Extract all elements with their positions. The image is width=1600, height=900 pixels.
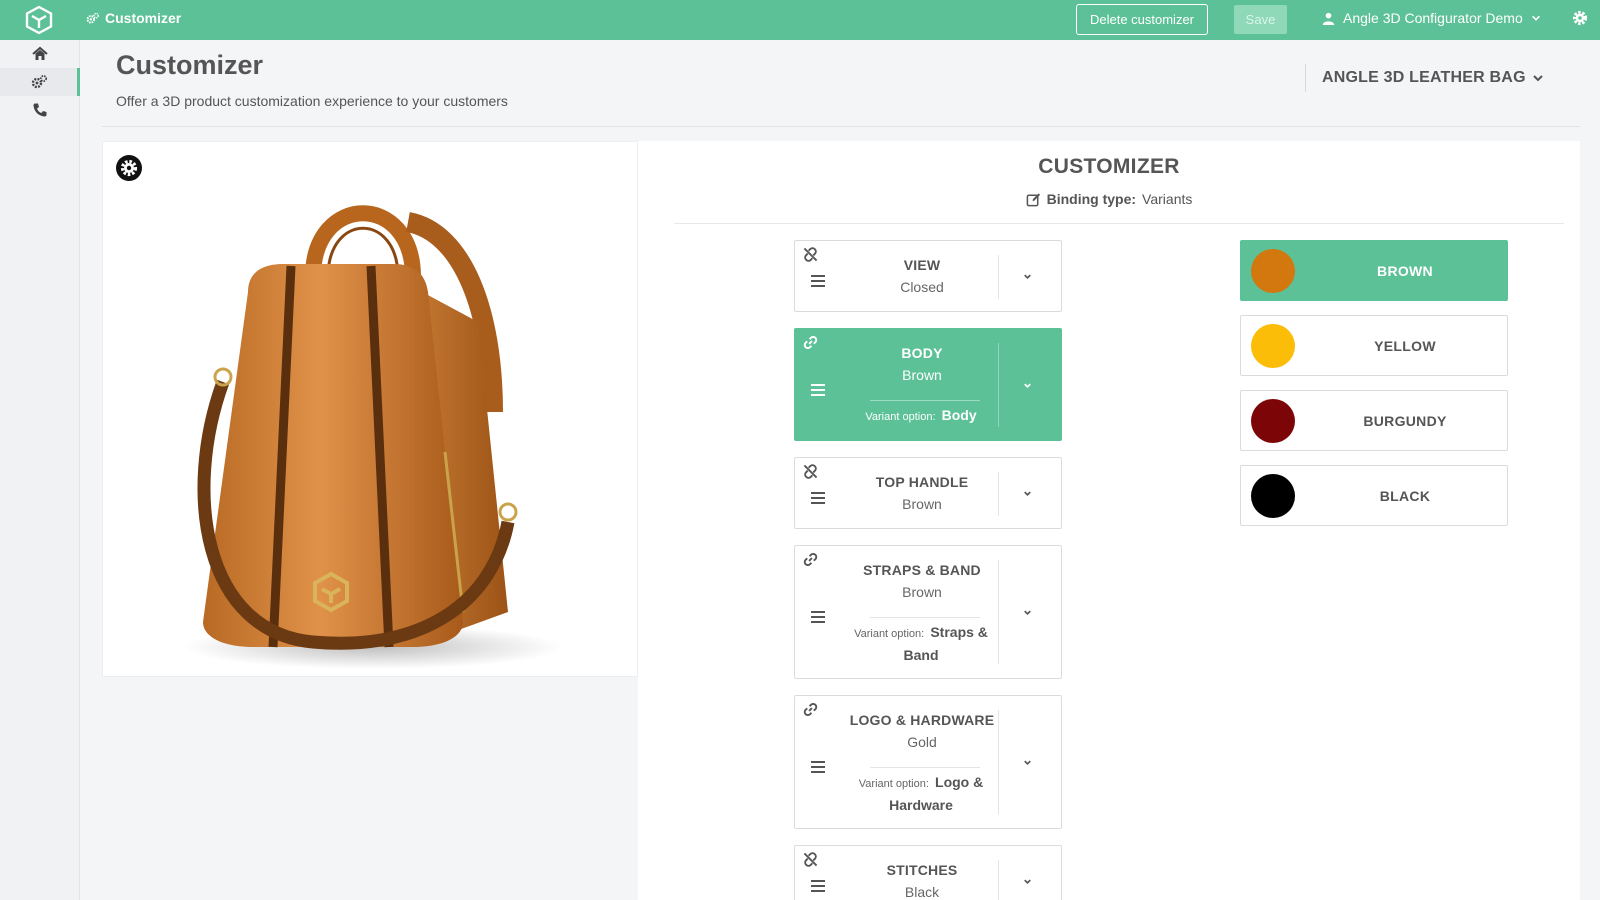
sidebar-item-home[interactable] [0, 40, 80, 68]
color-name: BURGUNDY [1363, 412, 1447, 429]
component-separator [998, 860, 999, 900]
panel-title: CUSTOMIZER [1038, 155, 1180, 178]
delete-customizer-button[interactable]: Delete customizer [1076, 4, 1208, 35]
component-logo-hardware[interactable]: LOGO & HARDWARE Gold Variant option: Log… [794, 695, 1062, 829]
component-name: VIEW [903, 257, 941, 273]
component-value: Brown [902, 584, 942, 600]
drag-handle-icon[interactable] [811, 761, 825, 773]
product-name: ANGLE 3D LEATHER BAG [1322, 69, 1526, 86]
chevron-down-icon[interactable] [1022, 271, 1033, 282]
drag-handle-icon[interactable] [811, 611, 825, 623]
product-selector[interactable]: ANGLE 3D LEATHER BAG [1305, 64, 1544, 92]
header-divider [102, 126, 1580, 127]
unlink-icon[interactable] [803, 852, 818, 867]
account-menu[interactable]: Angle 3D Configurator Demo [1322, 0, 1541, 36]
color-dot [1251, 399, 1295, 443]
save-button[interactable]: Save [1234, 5, 1287, 34]
variant-option: Variant option: Straps & Band [841, 622, 1001, 668]
variant-option: Variant option: Logo & Hardware [841, 772, 1001, 818]
chevron-down-icon[interactable] [1022, 607, 1033, 618]
breadcrumb: Customizer [86, 0, 181, 36]
sidebar-item-contact[interactable] [0, 96, 80, 124]
link-icon[interactable] [803, 335, 818, 350]
color-dot [1251, 249, 1295, 293]
product-viewer[interactable] [102, 141, 638, 677]
chevron-down-icon[interactable] [1022, 757, 1033, 768]
breadcrumb-label: Customizer [105, 10, 182, 26]
sidebar-item-customizer[interactable] [0, 68, 80, 96]
panel-divider [674, 223, 1564, 224]
chevron-down-icon [1531, 15, 1540, 21]
component-name: LOGO & HARDWARE [849, 712, 995, 728]
edit-icon[interactable] [1026, 192, 1041, 207]
component-separator [998, 560, 999, 664]
link-icon[interactable] [803, 702, 818, 717]
component-divider [870, 400, 980, 401]
chevron-down-icon [1533, 75, 1543, 82]
color-option-brown[interactable]: BROWN [1240, 240, 1508, 301]
chevron-down-icon[interactable] [1022, 488, 1033, 499]
phone-icon [33, 103, 47, 117]
component-view[interactable]: VIEW Closed [794, 240, 1062, 312]
component-stitches[interactable]: STITCHES Black [794, 845, 1062, 900]
component-value: Closed [900, 279, 944, 295]
color-dot [1251, 324, 1295, 368]
variant-option-label: Variant option: [865, 411, 936, 423]
sidebar [0, 40, 80, 900]
component-separator [998, 710, 999, 814]
drag-handle-icon[interactable] [811, 492, 825, 504]
color-option-yellow[interactable]: YELLOW [1240, 315, 1508, 376]
user-icon [1322, 12, 1335, 25]
chevron-down-icon[interactable] [1022, 876, 1033, 887]
viewer-settings-icon[interactable] [115, 154, 143, 182]
binding-type-value: Variants [1142, 191, 1193, 207]
cogs-icon [86, 12, 99, 24]
component-value: Brown [902, 496, 942, 512]
component-value: Brown [902, 367, 942, 383]
component-straps-band[interactable]: STRAPS & BAND Brown Variant option: Stra… [794, 545, 1062, 679]
drag-handle-icon[interactable] [811, 880, 825, 892]
component-top-handle[interactable]: TOP HANDLE Brown [794, 457, 1062, 529]
color-name: BLACK [1379, 487, 1431, 504]
color-dot [1251, 474, 1295, 518]
top-bar: Customizer Delete customizer Save Angle … [0, 0, 1600, 40]
variant-option-label: Variant option: [858, 778, 929, 790]
account-name: Angle 3D Configurator Demo [1343, 10, 1523, 26]
home-icon [32, 46, 48, 60]
component-name: STITCHES [886, 862, 958, 878]
variant-option-value: Body [941, 407, 977, 423]
page-subtitle: Offer a 3D product customization experie… [116, 93, 508, 109]
component-name: STRAPS & BAND [863, 562, 981, 578]
drag-handle-icon[interactable] [811, 384, 825, 396]
component-name: BODY [901, 345, 943, 361]
component-divider [870, 767, 980, 768]
page-title: Customizer [116, 50, 264, 80]
variant-option-label: Variant option: [854, 628, 925, 640]
component-separator [998, 472, 999, 516]
variant-option: Variant option: Body [841, 405, 1001, 428]
bag-3d-model[interactable] [163, 192, 583, 672]
color-name: YELLOW [1374, 337, 1436, 354]
link-icon[interactable] [803, 552, 818, 567]
gear-icon[interactable] [1572, 10, 1588, 26]
binding-type: Binding type: Variants [638, 191, 1580, 207]
unlink-icon[interactable] [803, 247, 818, 262]
component-value: Gold [907, 734, 937, 750]
component-separator [998, 343, 999, 427]
color-name: BROWN [1377, 262, 1433, 279]
cogs-icon [31, 75, 47, 89]
app-logo-icon[interactable] [24, 5, 54, 35]
color-option-burgundy[interactable]: BURGUNDY [1240, 390, 1508, 451]
customizer-panel: CUSTOMIZER Binding type: Variants VIEW C… [638, 141, 1580, 900]
component-body[interactable]: BODY Brown Variant option: Body [794, 328, 1062, 441]
color-option-black[interactable]: BLACK [1240, 465, 1508, 526]
component-divider [870, 617, 980, 618]
component-separator [998, 255, 999, 299]
component-value: Black [904, 884, 940, 900]
component-name: TOP HANDLE [875, 474, 969, 490]
unlink-icon[interactable] [803, 464, 818, 479]
chevron-down-icon[interactable] [1022, 380, 1033, 391]
drag-handle-icon[interactable] [811, 275, 825, 287]
binding-type-label: Binding type: [1046, 191, 1137, 207]
